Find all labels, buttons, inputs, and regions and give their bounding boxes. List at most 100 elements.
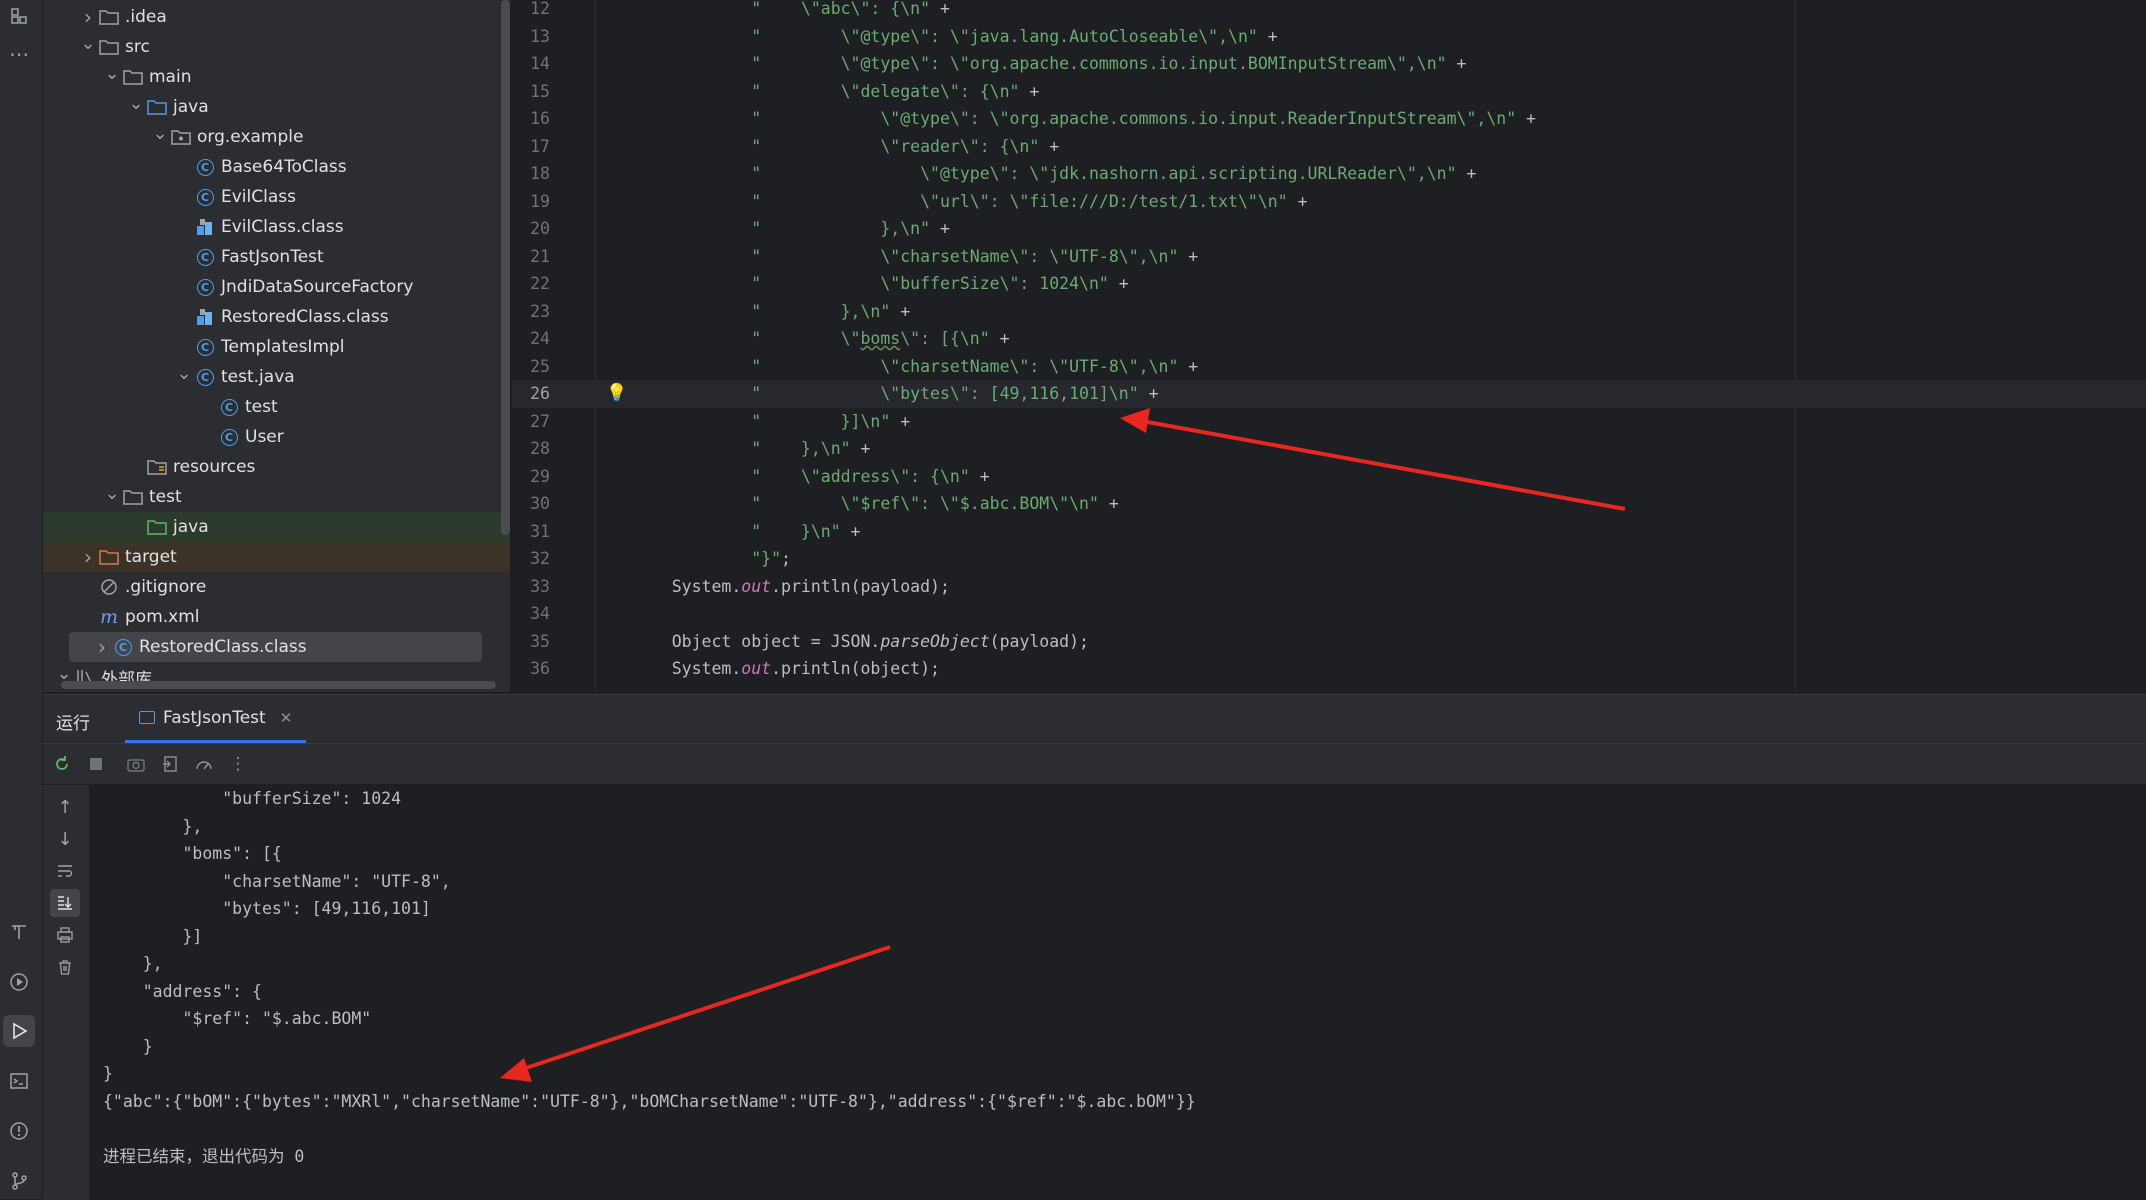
tree-item[interactable]: RestoredClass.class xyxy=(43,302,510,332)
class-icon: C xyxy=(193,248,217,266)
tree-item[interactable]: C TemplatesImpl xyxy=(43,332,510,362)
code-line[interactable]: 12 " \"abc\": {\n" + xyxy=(512,0,2146,23)
tree-item[interactable]: ⌄ java xyxy=(43,92,510,122)
build-icon[interactable] xyxy=(3,916,35,948)
print-icon[interactable] xyxy=(50,921,80,949)
tree-item[interactable]: ⌄ src xyxy=(43,32,510,62)
chevron-down-icon[interactable]: ⌄ xyxy=(103,63,121,84)
chevron-down-icon[interactable]: ⌄ xyxy=(151,123,169,144)
tree-item[interactable]: ⌄ main xyxy=(43,62,510,92)
code-text: " }\n" + xyxy=(751,521,861,541)
tree-item[interactable]: java xyxy=(43,512,510,542)
coverage-icon[interactable] xyxy=(189,749,219,779)
code-line[interactable]: 25 " \"charsetName\": \"UTF-8\",\n" + xyxy=(512,353,2146,381)
chevron-down-icon[interactable]: ⌄ xyxy=(79,33,97,54)
tree-item[interactable]: › C RestoredClass.class xyxy=(69,632,482,662)
tree-item-label: java xyxy=(173,97,209,117)
code-line[interactable]: 13 " \"@type\": \"java.lang.AutoCloseabl… xyxy=(512,23,2146,51)
code-line[interactable]: 18 " \"@type\": \"jdk.nashorn.api.script… xyxy=(512,160,2146,188)
code-text: " \"@type\": \"jdk.nashorn.api.scripting… xyxy=(751,164,1477,183)
git-icon[interactable] xyxy=(3,1165,35,1197)
code-line[interactable]: 35 Object object = JSON.parseObject(payl… xyxy=(512,628,2146,656)
class-icon: C xyxy=(193,188,217,206)
structure-icon[interactable] xyxy=(3,0,35,32)
line-number: 23 xyxy=(530,301,550,321)
chevron-right-icon[interactable]: › xyxy=(79,5,97,29)
trash-icon[interactable] xyxy=(50,953,80,981)
problems-icon[interactable] xyxy=(3,1115,35,1147)
tree-item-label: org.example xyxy=(197,127,304,147)
chevron-down-icon[interactable]: ⌄ xyxy=(103,483,121,504)
code-line[interactable]: 14 " \"@type\": \"org.apache.commons.io.… xyxy=(512,50,2146,78)
tree-item[interactable]: C JndiDataSourceFactory xyxy=(43,272,510,302)
console-side-toolbar: ↑ ↓ xyxy=(43,785,89,1200)
project-horizontal-scrollbar[interactable] xyxy=(61,681,496,689)
code-line[interactable]: 21 " \"charsetName\": \"UTF-8\",\n" + xyxy=(512,243,2146,271)
code-line[interactable]: 36 System.out.println(object); xyxy=(512,655,2146,683)
code-line[interactable]: 23 " },\n" + xyxy=(512,298,2146,326)
code-line[interactable]: 24 " \"boms\": [{\n" + xyxy=(512,325,2146,353)
more-options-icon[interactable]: ⋮ xyxy=(223,749,253,779)
code-line[interactable]: 34 xyxy=(512,600,2146,628)
tree-item[interactable]: ⌄ Ctest.java xyxy=(43,362,510,392)
chevron-right-icon[interactable]: › xyxy=(93,635,111,659)
code-text: " \"url\": \"file:///D:/test/1.txt\"\n" … xyxy=(751,191,1308,211)
code-editor[interactable]: 12 " \"abc\": {\n" +13 " \"@type\": \"ja… xyxy=(512,0,2146,692)
line-number: 21 xyxy=(530,246,550,266)
chevron-right-icon[interactable]: › xyxy=(79,545,97,569)
tab-fastjsontest[interactable]: FastJsonTest ✕ xyxy=(125,695,307,743)
tree-item[interactable]: .gitignore xyxy=(43,572,510,602)
tree-item[interactable]: C Base64ToClass xyxy=(43,152,510,182)
tree-item-label: EvilClass.class xyxy=(221,217,344,237)
more-tools-icon[interactable]: ⋯ xyxy=(3,38,35,70)
scroll-to-end-icon[interactable] xyxy=(50,889,80,917)
rerun-icon[interactable] xyxy=(47,749,77,779)
tree-item[interactable]: Ctest xyxy=(43,392,510,422)
code-line[interactable]: 32 "}"; xyxy=(512,545,2146,573)
tree-item[interactable]: › .idea xyxy=(43,2,510,32)
camera-icon[interactable] xyxy=(121,749,151,779)
tree-item[interactable]: › target xyxy=(43,542,510,572)
code-line[interactable]: 30 " \"$ref\": \"$.abc.BOM\"\n" + xyxy=(512,490,2146,518)
code-line[interactable]: 27 " }]\n" + xyxy=(512,408,2146,436)
code-line[interactable]: 16 " \"@type\": \"org.apache.commons.io.… xyxy=(512,105,2146,133)
line-number: 27 xyxy=(530,411,550,431)
chevron-down-icon[interactable]: ⌄ xyxy=(175,363,193,384)
tree-item[interactable]: ⌄ test xyxy=(43,482,510,512)
lightbulb-icon[interactable]: 💡 xyxy=(606,380,627,408)
code-line[interactable]: 20 " },\n" + xyxy=(512,215,2146,243)
tree-item[interactable]: C EvilClass xyxy=(43,182,510,212)
close-icon[interactable]: ✕ xyxy=(280,709,293,727)
code-text: " \"@type\": \"java.lang.AutoCloseable\"… xyxy=(751,26,1278,46)
code-line[interactable]: 29 " \"address\": {\n" + xyxy=(512,463,2146,491)
line-number: 30 xyxy=(530,494,550,513)
code-line[interactable]: 17 " \"reader\": {\n" + xyxy=(512,133,2146,161)
test-folder-icon xyxy=(145,519,169,535)
class-icon: C xyxy=(193,338,217,356)
project-vertical-scrollbar[interactable] xyxy=(501,0,510,535)
tree-item[interactable]: resources xyxy=(43,452,510,482)
tree-item[interactable]: ⌄ org.example xyxy=(43,122,510,152)
chevron-down-icon[interactable]: ⌄ xyxy=(127,93,145,114)
tree-item[interactable]: m pom.xml xyxy=(43,602,510,632)
code-line[interactable]: 31 " }\n" + xyxy=(512,518,2146,546)
code-line[interactable]: 15 " \"delegate\": {\n" + xyxy=(512,78,2146,106)
code-line[interactable]: 28 " },\n" + xyxy=(512,435,2146,463)
services-icon[interactable] xyxy=(3,966,35,998)
run-icon[interactable] xyxy=(3,1015,35,1047)
soft-wrap-icon[interactable] xyxy=(50,857,80,885)
code-line[interactable]: 19 " \"url\": \"file:///D:/test/1.txt\"\… xyxy=(512,188,2146,216)
tree-item[interactable]: C FastJsonTest xyxy=(43,242,510,272)
line-number: 32 xyxy=(530,549,550,568)
stop-icon[interactable] xyxy=(81,749,111,779)
tree-item[interactable]: EvilClass.class xyxy=(43,212,510,242)
code-line[interactable]: 22 " \"bufferSize\": 1024\n" + xyxy=(512,270,2146,298)
restore-layout-icon[interactable] xyxy=(155,749,185,779)
scroll-down-icon[interactable]: ↓ xyxy=(50,825,80,853)
tree-item[interactable]: C User xyxy=(43,422,510,452)
code-line[interactable]: 26 " \"bytes\": [49,116,101]\n" + 💡 xyxy=(512,380,2146,408)
code-line[interactable]: 33 System.out.println(payload); xyxy=(512,573,2146,601)
scroll-up-icon[interactable]: ↑ xyxy=(50,793,80,821)
console-output[interactable]: "bufferSize": 1024 }, "boms": [{ "charse… xyxy=(89,785,2146,1200)
terminal-icon[interactable] xyxy=(3,1065,35,1097)
